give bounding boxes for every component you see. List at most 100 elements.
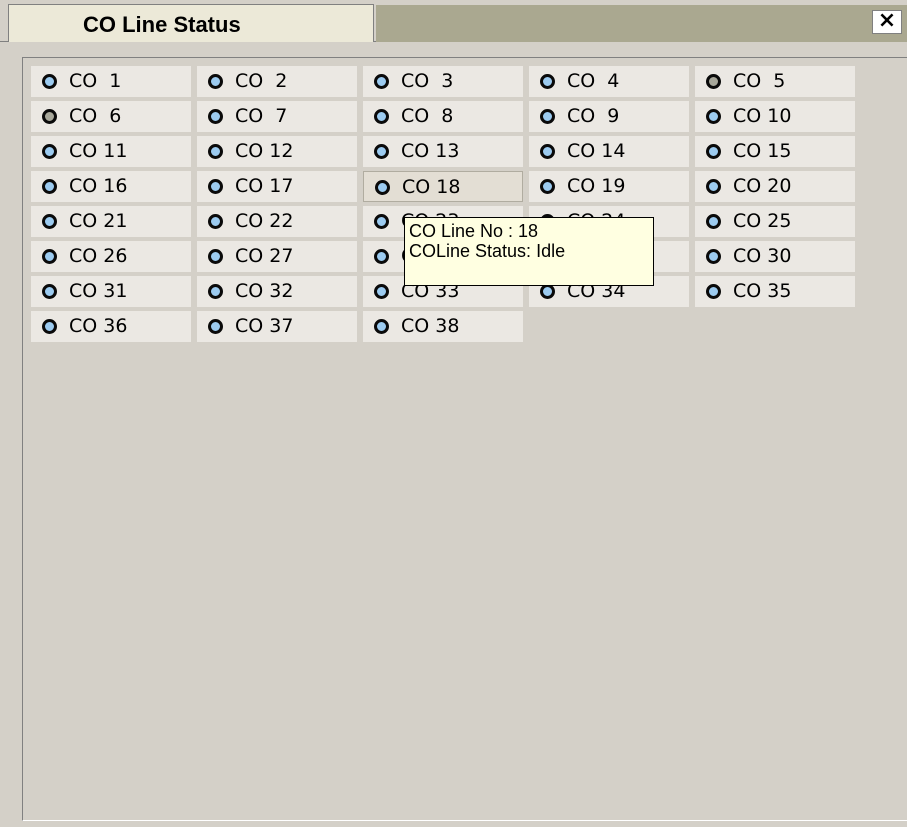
- co-line-label: CO 36: [69, 315, 128, 337]
- status-led-icon: [374, 319, 389, 334]
- status-led-icon: [706, 74, 721, 89]
- co-line-button[interactable]: CO 38: [363, 311, 523, 342]
- tab-co-line-status[interactable]: CO Line Status: [8, 4, 374, 42]
- co-line-button[interactable]: CO 4: [529, 66, 689, 97]
- status-led-icon: [208, 109, 223, 124]
- co-line-label: CO 11: [69, 140, 128, 162]
- co-line-label: CO 9: [567, 105, 620, 127]
- co-line-button[interactable]: CO 10: [695, 101, 855, 132]
- status-led-icon: [42, 319, 57, 334]
- co-line-button[interactable]: CO 3: [363, 66, 523, 97]
- co-line-button[interactable]: CO 5: [695, 66, 855, 97]
- status-led-icon: [42, 214, 57, 229]
- co-line-label: CO 30: [733, 245, 792, 267]
- co-line-label: CO 5: [733, 70, 786, 92]
- tooltip-line-number: CO Line No : 18: [409, 221, 539, 241]
- co-line-label: CO 18: [402, 176, 461, 198]
- co-line-button[interactable]: CO 18: [363, 171, 523, 202]
- status-led-icon: [208, 214, 223, 229]
- status-led-icon: [42, 284, 57, 299]
- co-line-label: CO 26: [69, 245, 128, 267]
- co-line-button[interactable]: CO 1: [31, 66, 191, 97]
- co-line-label: CO 21: [69, 210, 128, 232]
- co-line-label: CO 15: [733, 140, 792, 162]
- co-line-button[interactable]: CO 30: [695, 241, 855, 272]
- status-led-icon: [540, 144, 555, 159]
- status-led-icon: [706, 249, 721, 264]
- co-line-label: CO 14: [567, 140, 626, 162]
- status-led-icon: [540, 179, 555, 194]
- status-led-icon: [706, 109, 721, 124]
- co-line-button[interactable]: CO 11: [31, 136, 191, 167]
- status-led-icon: [540, 109, 555, 124]
- status-led-icon: [42, 249, 57, 264]
- status-led-icon: [208, 74, 223, 89]
- co-line-label: CO 12: [235, 140, 294, 162]
- co-line-label: CO 4: [567, 70, 620, 92]
- status-led-icon: [706, 144, 721, 159]
- co-line-label: CO 32: [235, 280, 294, 302]
- co-line-button[interactable]: CO 26: [31, 241, 191, 272]
- status-led-icon: [374, 214, 389, 229]
- co-line-button[interactable]: CO 20: [695, 171, 855, 202]
- co-line-tooltip: CO Line No : 18 COLine Status: Idle: [404, 217, 654, 286]
- tab-strip-background: [376, 5, 907, 42]
- co-line-button[interactable]: CO 21: [31, 206, 191, 237]
- co-line-label: CO 38: [401, 315, 460, 337]
- co-line-label: CO 20: [733, 175, 792, 197]
- co-line-label: CO 22: [235, 210, 294, 232]
- co-line-button[interactable]: CO 2: [197, 66, 357, 97]
- co-line-button[interactable]: CO 6: [31, 101, 191, 132]
- co-line-button[interactable]: CO 7: [197, 101, 357, 132]
- status-led-icon: [208, 144, 223, 159]
- co-line-button[interactable]: CO 16: [31, 171, 191, 202]
- status-led-icon: [208, 319, 223, 334]
- co-line-label: CO 2: [235, 70, 288, 92]
- close-button[interactable]: ×: [872, 10, 902, 34]
- co-line-button[interactable]: CO 27: [197, 241, 357, 272]
- co-line-button[interactable]: CO 32: [197, 276, 357, 307]
- co-line-label: CO 10: [733, 105, 792, 127]
- status-led-icon: [706, 179, 721, 194]
- status-led-icon: [374, 144, 389, 159]
- tab-title: CO Line Status: [83, 12, 241, 37]
- co-line-button[interactable]: CO 25: [695, 206, 855, 237]
- co-line-label: CO 8: [401, 105, 454, 127]
- co-line-button[interactable]: CO 8: [363, 101, 523, 132]
- co-line-button[interactable]: CO 14: [529, 136, 689, 167]
- status-led-icon: [375, 180, 390, 195]
- co-line-button[interactable]: CO 37: [197, 311, 357, 342]
- status-led-icon: [540, 74, 555, 89]
- co-line-status-window: CO Line Status × CO 1 CO 2 CO 3 CO 4 CO 5 CO …: [0, 0, 907, 827]
- status-led-icon: [208, 249, 223, 264]
- co-line-button[interactable]: CO 22: [197, 206, 357, 237]
- status-led-icon: [374, 249, 389, 264]
- co-line-label: CO 25: [733, 210, 792, 232]
- co-line-label: CO 16: [69, 175, 128, 197]
- title-bar: CO Line Status ×: [0, 0, 907, 42]
- co-line-label: CO 3: [401, 70, 454, 92]
- co-line-label: CO 13: [401, 140, 460, 162]
- co-line-button[interactable]: CO 19: [529, 171, 689, 202]
- co-line-button[interactable]: CO 9: [529, 101, 689, 132]
- co-line-label: CO 19: [567, 175, 626, 197]
- co-line-button[interactable]: CO 31: [31, 276, 191, 307]
- status-led-icon: [208, 179, 223, 194]
- co-line-label: CO 31: [69, 280, 128, 302]
- co-line-button[interactable]: CO 12: [197, 136, 357, 167]
- co-line-label: CO 35: [733, 280, 792, 302]
- co-line-button[interactable]: CO 35: [695, 276, 855, 307]
- co-line-label: CO 6: [69, 105, 122, 127]
- status-led-icon: [706, 214, 721, 229]
- co-line-button[interactable]: CO 36: [31, 311, 191, 342]
- co-line-label: CO 7: [235, 105, 288, 127]
- status-led-icon: [706, 284, 721, 299]
- co-line-label: CO 37: [235, 315, 294, 337]
- co-line-button[interactable]: CO 13: [363, 136, 523, 167]
- status-led-icon: [374, 284, 389, 299]
- tooltip-line-status: COLine Status: Idle: [409, 241, 566, 261]
- status-led-icon: [42, 109, 57, 124]
- co-line-button[interactable]: CO 15: [695, 136, 855, 167]
- co-line-button[interactable]: CO 17: [197, 171, 357, 202]
- status-led-icon: [374, 74, 389, 89]
